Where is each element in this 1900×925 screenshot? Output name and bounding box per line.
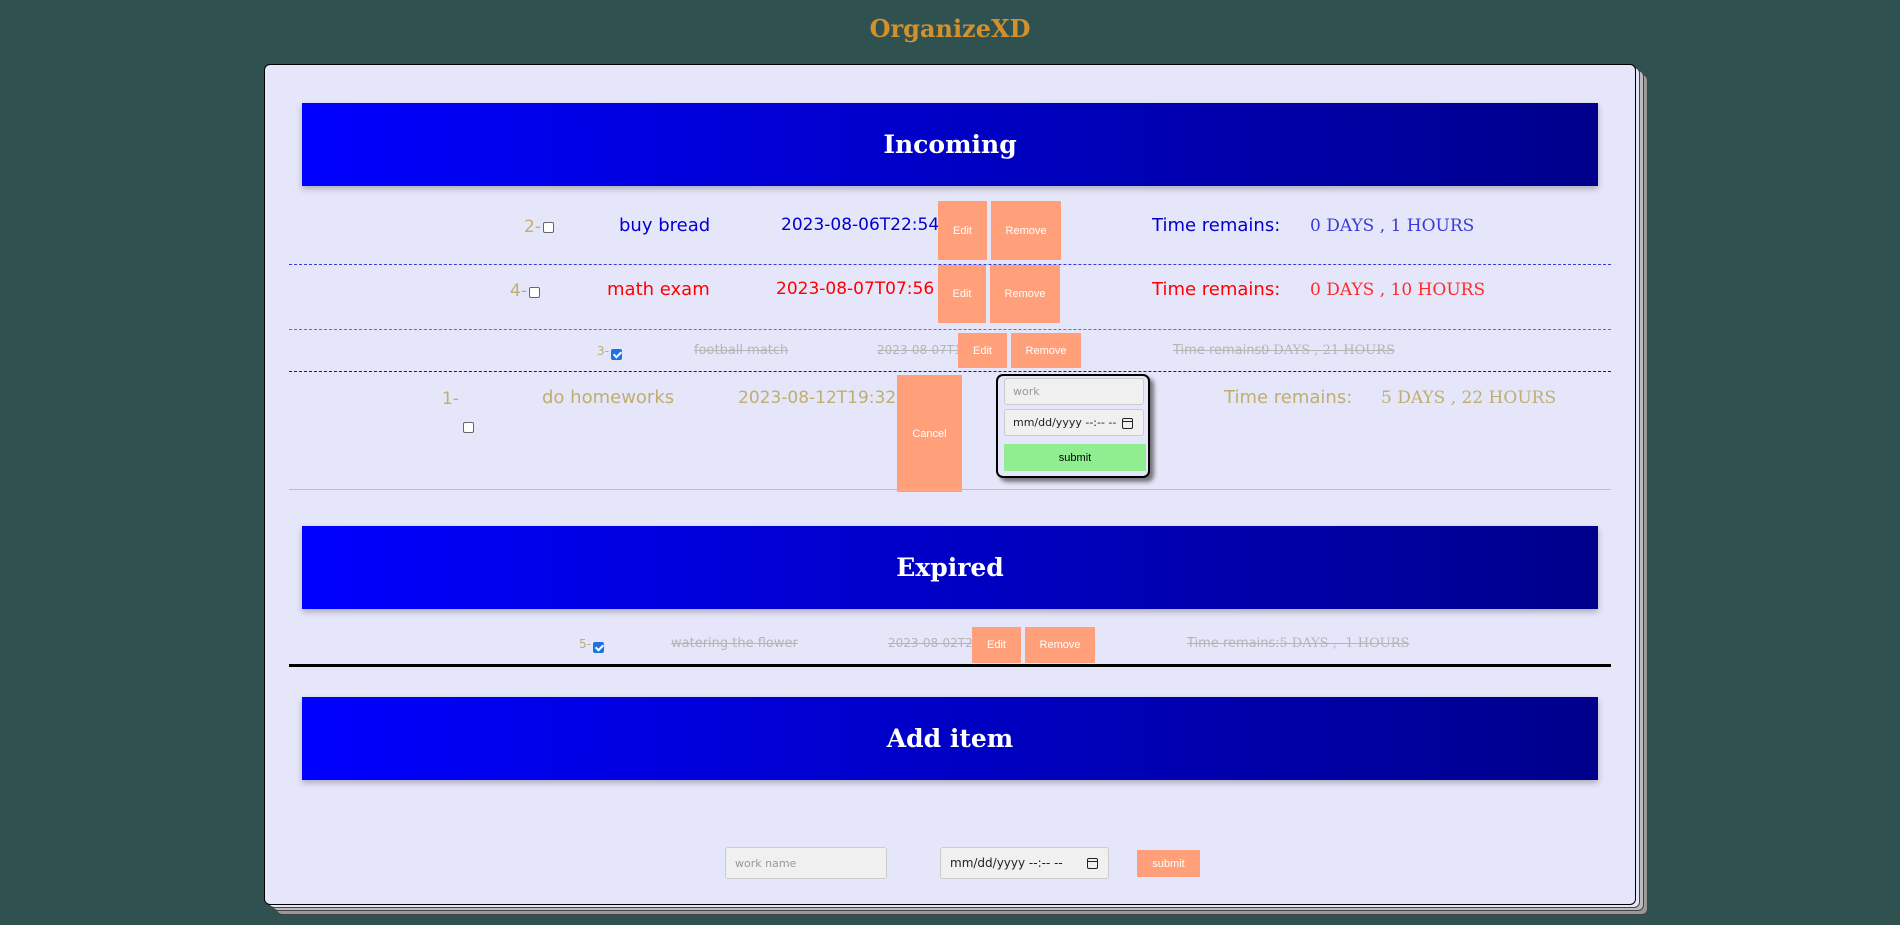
date-placeholder: mm/dd/yyyy --:-- -- <box>950 856 1063 870</box>
task-index: 2- <box>524 217 541 237</box>
task-name: math exam <box>607 279 710 300</box>
time-remains-label: Time remains: <box>1224 387 1353 408</box>
edit-button[interactable]: Edit <box>938 265 986 323</box>
time-remains-value: 5 DAYS , 22 HOURS <box>1381 388 1557 408</box>
task-checkbox[interactable] <box>463 417 474 436</box>
task-index: 3- <box>597 344 609 358</box>
edit-button[interactable]: Edit <box>958 333 1007 368</box>
edit-popup: work mm/dd/yyyy --:-- -- submit <box>996 374 1150 478</box>
task-checkbox[interactable] <box>529 282 540 301</box>
task-row: 1- do homeworks 2023-08-12T19:32 Cancel … <box>289 372 1611 492</box>
time-remains-label: Time remains: <box>1152 279 1281 300</box>
add-submit-button[interactable]: submit <box>1137 850 1200 877</box>
row-divider <box>289 664 1611 667</box>
calendar-icon[interactable] <box>1122 418 1133 429</box>
main-card: Incoming 2- buy bread 2023-08-06T22:54 E… <box>264 64 1636 905</box>
remove-button[interactable]: Remove <box>990 265 1060 323</box>
expired-header: Expired <box>302 526 1598 609</box>
row-divider <box>289 489 1611 490</box>
task-index: 5- <box>579 637 591 651</box>
remove-button[interactable]: Remove <box>1011 333 1081 368</box>
task-row: 4- math exam 2023-08-07T07:56 Edit Remov… <box>289 265 1611 330</box>
work-name-input[interactable]: work name <box>725 847 887 879</box>
task-date: 2023-08-06T22:54 <box>781 215 940 235</box>
time-remains-value: -5 DAYS , -1 HOURS <box>1275 636 1410 651</box>
task-name: football match <box>694 343 789 358</box>
edit-date-input[interactable]: mm/dd/yyyy --:-- -- <box>1004 409 1144 436</box>
time-remains-value: 0 DAYS , 1 HOURS <box>1310 216 1475 236</box>
task-index: 4- <box>510 281 527 301</box>
time-remains-label: Time remains: <box>1152 215 1281 236</box>
task-checkbox[interactable] <box>593 637 604 656</box>
edit-submit-button[interactable]: submit <box>1004 444 1146 471</box>
task-row: 3- football match 2023-08-07T18:56 Edit … <box>289 330 1611 372</box>
task-checkbox[interactable] <box>543 217 554 236</box>
calendar-icon[interactable] <box>1087 858 1098 869</box>
edit-date-placeholder: mm/dd/yyyy --:-- -- <box>1013 416 1117 429</box>
time-remains-value: 0 DAYS , 21 HOURS <box>1261 343 1395 358</box>
date-input[interactable]: mm/dd/yyyy --:-- -- <box>940 847 1109 879</box>
edit-name-input[interactable]: work <box>1004 378 1144 405</box>
task-date: 2023-08-12T19:32 <box>738 388 897 408</box>
task-row: 2- buy bread 2023-08-06T22:54 Edit Remov… <box>289 201 1611 265</box>
add-item-header: Add item <box>302 697 1598 780</box>
task-name: do homeworks <box>542 387 675 408</box>
expired-row: 5- watering the flower 2023-08-02T20:57 … <box>289 623 1611 667</box>
incoming-header: Incoming <box>302 103 1598 186</box>
remove-button[interactable]: Remove <box>1025 627 1095 663</box>
edit-button[interactable]: Edit <box>972 627 1021 663</box>
remove-button[interactable]: Remove <box>991 201 1061 260</box>
time-remains-label: Time remains: <box>1173 343 1266 358</box>
task-name: buy bread <box>619 215 711 236</box>
cancel-button[interactable]: Cancel <box>897 375 962 492</box>
task-index: 1- <box>442 389 459 409</box>
task-checkbox[interactable] <box>611 344 622 363</box>
task-name: watering the flower <box>671 636 798 651</box>
app-title: OrganizeXD <box>869 14 1031 43</box>
task-date: 2023-08-07T07:56 <box>776 279 935 299</box>
time-remains-value: 0 DAYS , 10 HOURS <box>1310 280 1486 300</box>
time-remains-label: Time remains: <box>1187 636 1280 651</box>
edit-button[interactable]: Edit <box>938 201 987 260</box>
